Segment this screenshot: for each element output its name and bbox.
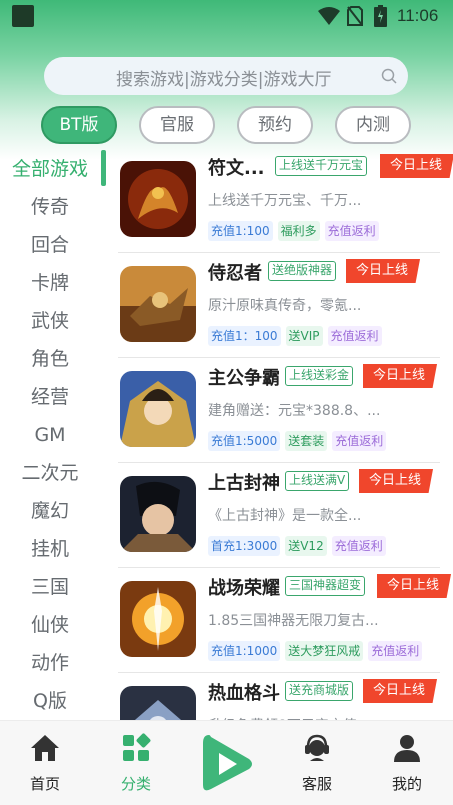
rebate-pill: 充值返利 bbox=[368, 641, 423, 661]
notification-icon bbox=[12, 5, 34, 27]
recharge-ratio-pill: 充值1:5000 bbox=[208, 431, 281, 451]
game-pills: 充值1：100 送VIP 充值返利 bbox=[208, 325, 387, 346]
search-icon[interactable] bbox=[381, 68, 397, 84]
clock: 11:06 bbox=[397, 6, 439, 25]
launch-badge: 今日上线 bbox=[377, 574, 452, 598]
game-title: 主公争霸 bbox=[208, 368, 280, 389]
game-feature-tag: 上线送彩金 bbox=[285, 366, 354, 386]
tab-official[interactable]: 官服 bbox=[139, 106, 215, 144]
game-feature-tag: 三国神器超变 bbox=[285, 576, 366, 596]
recharge-ratio-pill: 充值1:100 bbox=[208, 221, 273, 241]
game-title: 热血格斗 bbox=[208, 683, 280, 704]
vip-pill: 送V12 bbox=[285, 536, 327, 556]
user-icon bbox=[394, 735, 420, 762]
game-feature-tag: 送充商城版 bbox=[285, 681, 354, 701]
rebate-pill: 充值返利 bbox=[332, 431, 387, 451]
launch-badge: 今日上线 bbox=[363, 364, 438, 388]
sidebar-item-wuxia[interactable]: 武侠 bbox=[0, 306, 100, 336]
recharge-ratio-pill: 充值1:1000 bbox=[208, 641, 281, 661]
sidebar-item-card[interactable]: 卡牌 bbox=[0, 268, 100, 298]
rebate-pill: 充值返利 bbox=[324, 221, 379, 241]
game-icon bbox=[120, 266, 196, 342]
game-title: 上古封神 bbox=[208, 473, 280, 494]
launch-badge: 今日上线 bbox=[359, 469, 434, 493]
nav-customer-service-label: 客服 bbox=[301, 775, 332, 793]
sidebar-item-anime[interactable]: 二次元 bbox=[0, 458, 100, 488]
game-feature-tag: 上线送满V bbox=[285, 471, 350, 491]
search-placeholder: 搜索游戏|游戏分类|游戏大厅 bbox=[116, 70, 332, 90]
game-icon bbox=[120, 371, 196, 447]
recharge-ratio-pill: 充值1：100 bbox=[208, 326, 281, 346]
game-title: 侍忍者 bbox=[208, 263, 262, 284]
status-bar: 11:06 bbox=[0, 0, 453, 32]
launch-badge: 今日上线 bbox=[380, 154, 453, 178]
no-sim-icon bbox=[347, 6, 363, 26]
launch-badge: 今日上线 bbox=[363, 679, 438, 703]
game-icon bbox=[120, 581, 196, 657]
game-description: 《上古封神》是一款全... bbox=[208, 508, 362, 524]
launch-badge: 今日上线 bbox=[346, 259, 421, 283]
game-row[interactable]: 主公争霸 上线送彩金 今日上线 建角赠送：元宝*388.8、... 充值1:50… bbox=[118, 358, 440, 463]
nav-profile-label: 我的 bbox=[391, 775, 422, 793]
nav-home-label: 首页 bbox=[29, 775, 60, 793]
vip-pill: 送VIP bbox=[285, 326, 323, 346]
game-icon bbox=[120, 161, 196, 237]
customer-service-icon bbox=[305, 734, 329, 761]
sidebar-item-idle[interactable]: 挂机 bbox=[0, 534, 100, 564]
game-description: 原汁原味真传奇，零氪... bbox=[208, 298, 362, 314]
sidebar-item-three-kingdoms[interactable]: 三国 bbox=[0, 572, 100, 602]
game-row[interactable]: 符文... 上线送千万元宝 今日上线 上线送千万元宝、千万... 充值1:100… bbox=[118, 148, 453, 253]
game-icon bbox=[120, 476, 196, 552]
sidebar-item-management[interactable]: 经营 bbox=[0, 382, 100, 412]
active-indicator bbox=[101, 150, 106, 186]
game-row[interactable]: 上古封神 上线送满V 今日上线 《上古封神》是一款全... 首充1:3000 送V… bbox=[118, 463, 440, 568]
home-icon bbox=[31, 735, 59, 761]
rebate-pill: 充值返利 bbox=[331, 536, 386, 556]
gift-pill: 送大梦狂风戒 bbox=[285, 641, 364, 661]
sidebar-item-fantasy[interactable]: 魔幻 bbox=[0, 496, 100, 526]
category-sidebar: 全部游戏 传奇 回合 卡牌 武侠 角色 经营 GM 二次元 魔幻 挂机 三国 仙… bbox=[0, 150, 108, 720]
search-input[interactable]: 搜索游戏|游戏分类|游戏大厅 bbox=[44, 57, 408, 95]
game-description: 1.85三国神器无限刀复古... bbox=[208, 613, 379, 629]
sidebar-item-turn-based[interactable]: 回合 bbox=[0, 230, 100, 260]
game-description: 建角赠送：元宝*388.8、... bbox=[208, 403, 381, 419]
game-row[interactable]: 战场荣耀 三国神器超变 今日上线 1.85三国神器无限刀复古... 充值1:10… bbox=[118, 568, 452, 673]
play-icon[interactable] bbox=[195, 731, 257, 797]
game-feature-tag: 送绝版神器 bbox=[268, 261, 337, 281]
game-title: 战场荣耀 bbox=[208, 578, 280, 599]
sidebar-item-xianxia[interactable]: 仙侠 bbox=[0, 610, 100, 640]
sidebar-item-chuanqi[interactable]: 传奇 bbox=[0, 192, 100, 222]
tab-bt[interactable]: BT版 bbox=[41, 106, 117, 144]
game-description: 上线送千万元宝、千万... bbox=[208, 193, 362, 209]
game-title: 符文... bbox=[208, 158, 265, 179]
wifi-icon bbox=[318, 7, 340, 25]
recharge-ratio-pill: 首充1:3000 bbox=[208, 536, 281, 556]
rebate-pill: 充值返利 bbox=[327, 326, 382, 346]
tab-beta[interactable]: 内测 bbox=[335, 106, 411, 144]
outfit-pill: 送套装 bbox=[285, 431, 328, 451]
category-icon bbox=[123, 733, 151, 761]
sidebar-item-action[interactable]: 动作 bbox=[0, 648, 100, 678]
game-pills: 充值1:100 福利多 充值返利 bbox=[208, 220, 384, 241]
game-pills: 充值1:5000 送套装 充值返利 bbox=[208, 430, 391, 451]
sidebar-item-rpg[interactable]: 角色 bbox=[0, 344, 100, 374]
game-pills: 充值1:1000 送大梦狂风戒 充值返利 bbox=[208, 640, 427, 661]
sidebar-item-q-style[interactable]: Q版 bbox=[0, 686, 100, 716]
nav-category-label: 分类 bbox=[120, 775, 151, 793]
sidebar-item-gm[interactable]: GM bbox=[0, 420, 100, 450]
sidebar-item-all[interactable]: 全部游戏 bbox=[0, 154, 100, 184]
game-row[interactable]: 侍忍者 送绝版神器 今日上线 原汁原味真传奇，零氪... 充值1：100 送VIP… bbox=[118, 253, 440, 358]
tab-reserve[interactable]: 预约 bbox=[237, 106, 313, 144]
game-pills: 首充1:3000 送V12 充值返利 bbox=[208, 535, 391, 556]
battery-icon bbox=[374, 5, 387, 27]
benefit-pill: 福利多 bbox=[277, 221, 320, 241]
game-feature-tag: 上线送千万元宝 bbox=[275, 156, 368, 176]
bottom-nav: 首页 分类 客服 我的 bbox=[0, 720, 453, 805]
